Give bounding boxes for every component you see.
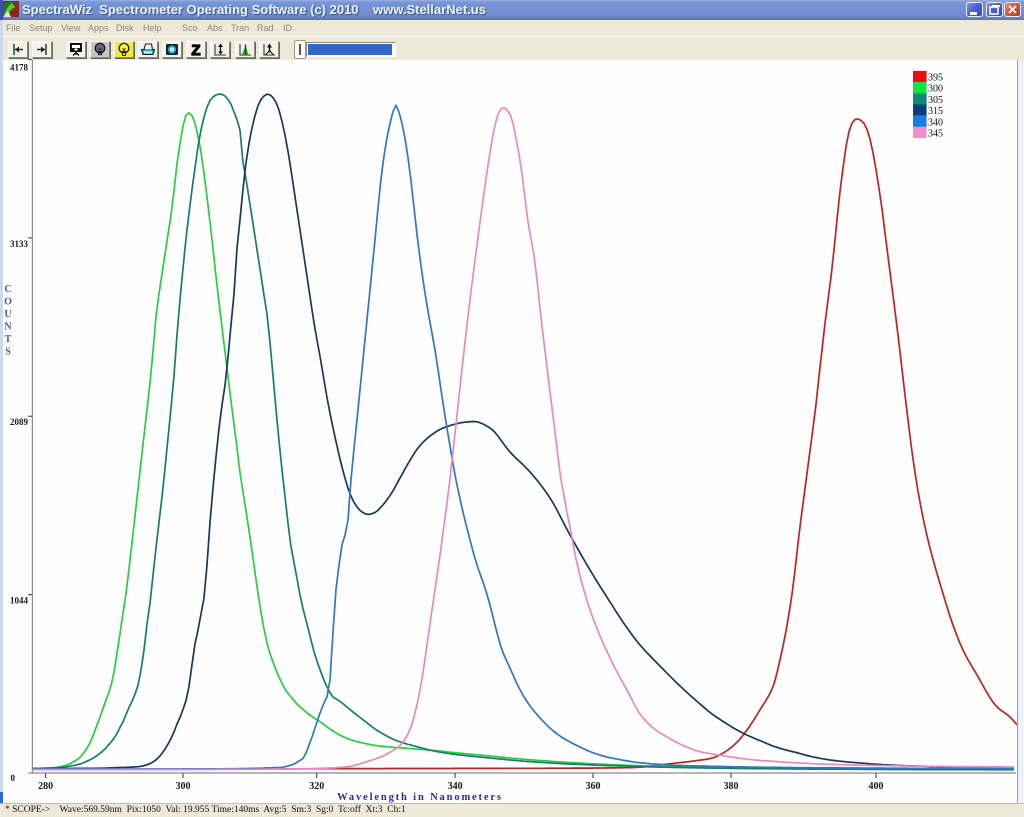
svg-text:1044: 1044 — [10, 596, 29, 606]
svg-text:C: C — [4, 284, 11, 295]
svg-text:2089: 2089 — [10, 417, 29, 427]
svg-text:N: N — [4, 322, 12, 333]
svg-text:360: 360 — [586, 781, 601, 792]
svg-text:380: 380 — [724, 781, 739, 792]
svg-text:3133: 3133 — [10, 239, 29, 249]
svg-text:0: 0 — [11, 773, 16, 783]
svg-text:T: T — [5, 334, 12, 345]
svg-text:320: 320 — [309, 781, 324, 792]
svg-text:300: 300 — [928, 84, 943, 95]
svg-text:300: 300 — [176, 781, 191, 792]
svg-text:U: U — [4, 309, 11, 320]
svg-text:395: 395 — [928, 73, 943, 84]
svg-text:O: O — [4, 297, 12, 308]
svg-text:315: 315 — [928, 106, 943, 117]
svg-text:4178: 4178 — [10, 63, 29, 73]
svg-text:S: S — [5, 347, 11, 358]
svg-text:Wavelength in Nanometers: Wavelength in Nanometers — [337, 792, 503, 803]
svg-text:280: 280 — [38, 781, 53, 792]
svg-text:340: 340 — [448, 781, 463, 792]
svg-text:340: 340 — [928, 117, 943, 128]
svg-text:345: 345 — [928, 129, 943, 140]
svg-text:305: 305 — [928, 95, 943, 106]
svg-text:400: 400 — [869, 781, 884, 792]
